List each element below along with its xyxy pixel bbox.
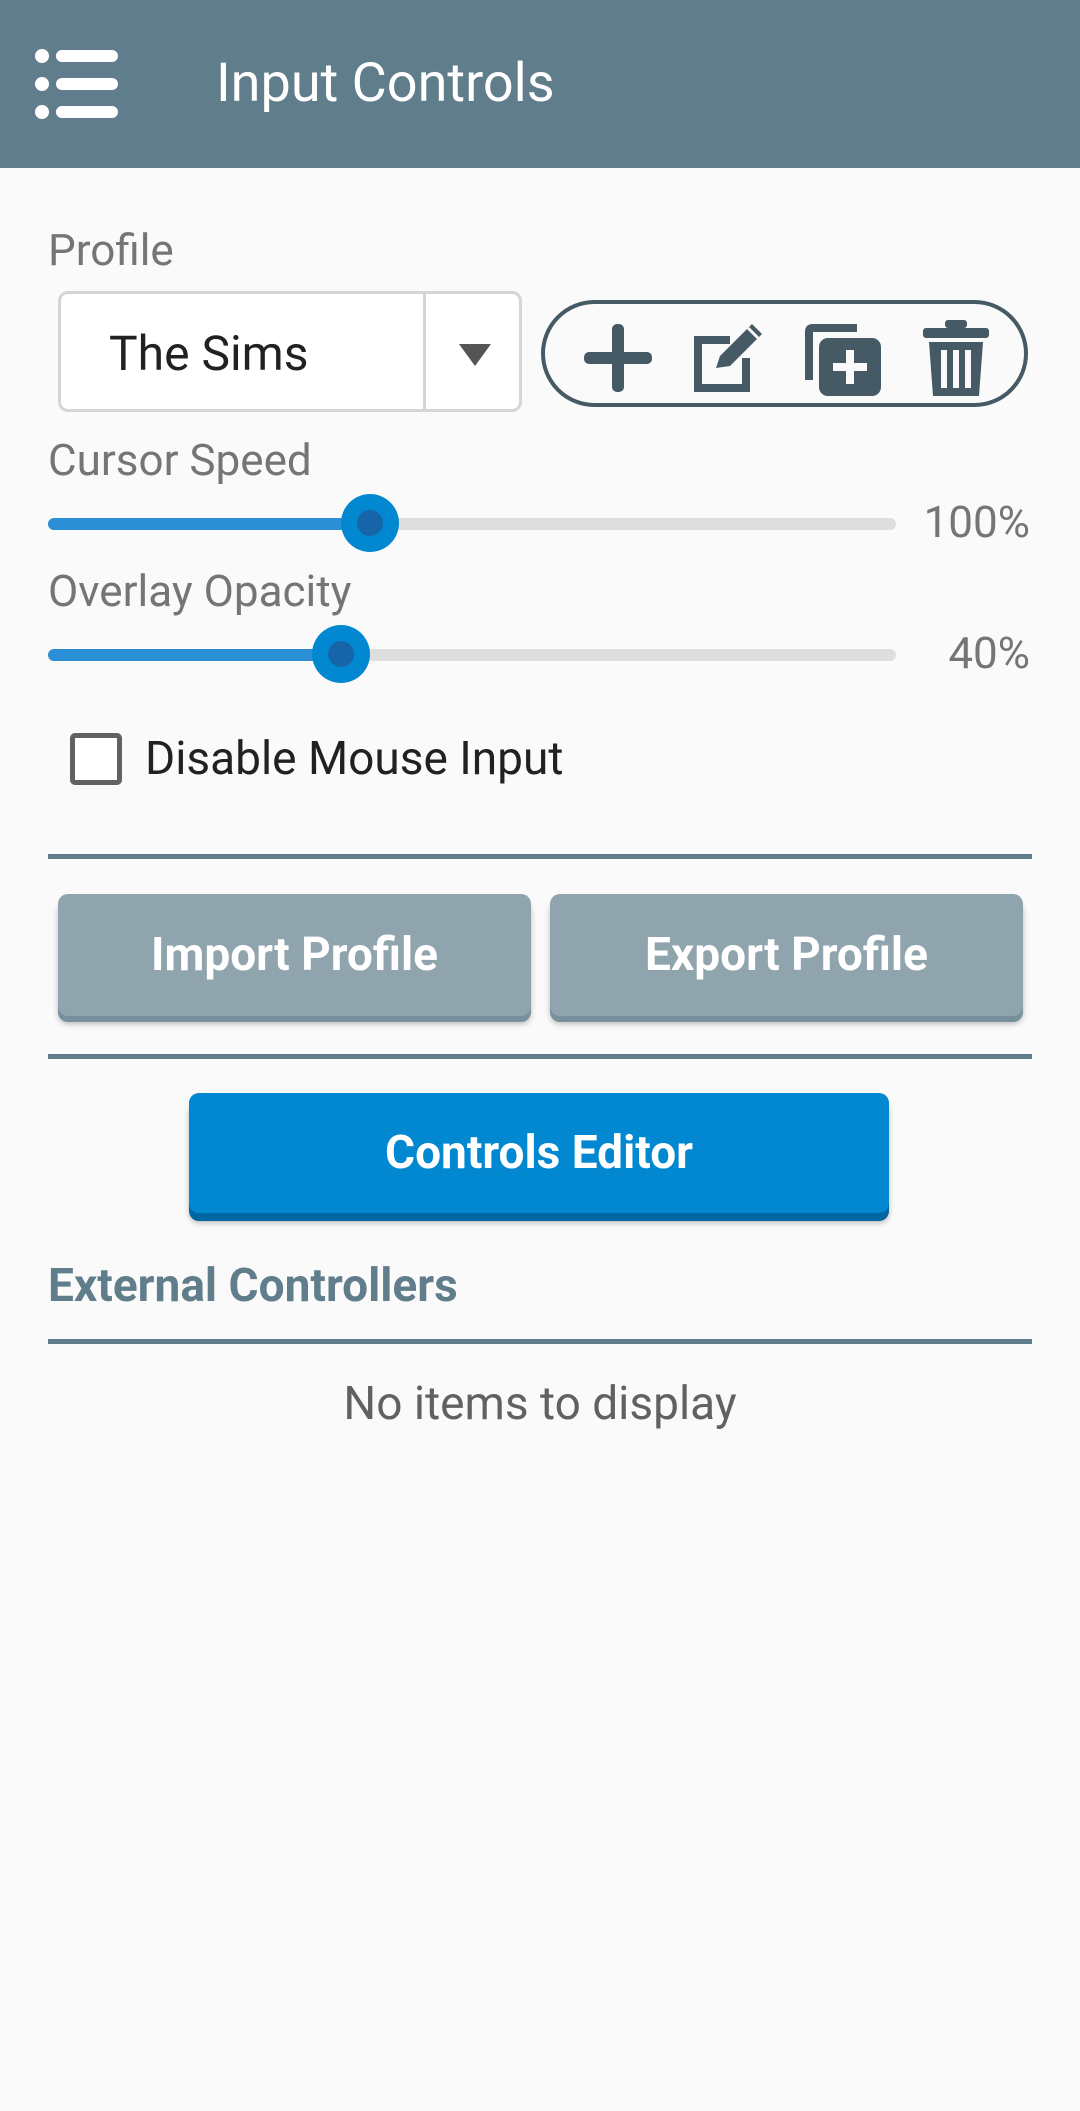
- cursor-speed-value: 100%: [923, 496, 1030, 548]
- cursor-speed-label: Cursor Speed: [48, 434, 312, 486]
- trash-icon: [923, 320, 989, 396]
- edit-icon: [694, 324, 762, 392]
- plus-icon: [584, 324, 652, 392]
- dropdown-divider: [423, 294, 426, 409]
- overlay-opacity-slider[interactable]: [48, 624, 896, 684]
- duplicate-profile-button[interactable]: [799, 318, 885, 398]
- dropdown-arrow-icon: [459, 344, 491, 366]
- delete-profile-button[interactable]: [913, 318, 999, 398]
- app-bar: Input Controls: [0, 0, 1080, 168]
- profile-actions-group: [541, 300, 1028, 407]
- slider-thumb[interactable]: [311, 625, 370, 683]
- add-profile-button[interactable]: [575, 318, 661, 398]
- edit-profile-button[interactable]: [686, 318, 772, 398]
- disable-mouse-input-checkbox[interactable]: [70, 733, 122, 785]
- slider-thumb[interactable]: [341, 494, 400, 552]
- list-menu-icon: [35, 49, 118, 119]
- empty-list-message: No items to display: [343, 1377, 737, 1431]
- overlay-opacity-label: Overlay Opacity: [48, 565, 352, 617]
- divider: [48, 1054, 1032, 1059]
- copy-plus-icon: [805, 324, 881, 396]
- divider: [48, 854, 1032, 859]
- profile-dropdown[interactable]: The Sims: [58, 291, 522, 412]
- export-profile-button[interactable]: Export Profile: [550, 894, 1023, 1016]
- profile-label: Profile: [48, 224, 174, 276]
- external-controllers-heading: External Controllers: [48, 1259, 458, 1313]
- divider: [48, 1339, 1032, 1344]
- disable-mouse-input-label: Disable Mouse Input: [145, 732, 564, 786]
- cursor-speed-slider[interactable]: [48, 493, 896, 553]
- overlay-opacity-value: 40%: [948, 627, 1030, 679]
- controls-editor-button[interactable]: Controls Editor: [189, 1093, 889, 1213]
- page-title: Input Controls: [216, 52, 555, 115]
- slider-fill: [48, 649, 341, 661]
- profile-selected-value: The Sims: [109, 325, 309, 382]
- menu-button[interactable]: [34, 44, 134, 124]
- import-profile-button[interactable]: Import Profile: [58, 894, 531, 1016]
- slider-fill: [48, 518, 371, 530]
